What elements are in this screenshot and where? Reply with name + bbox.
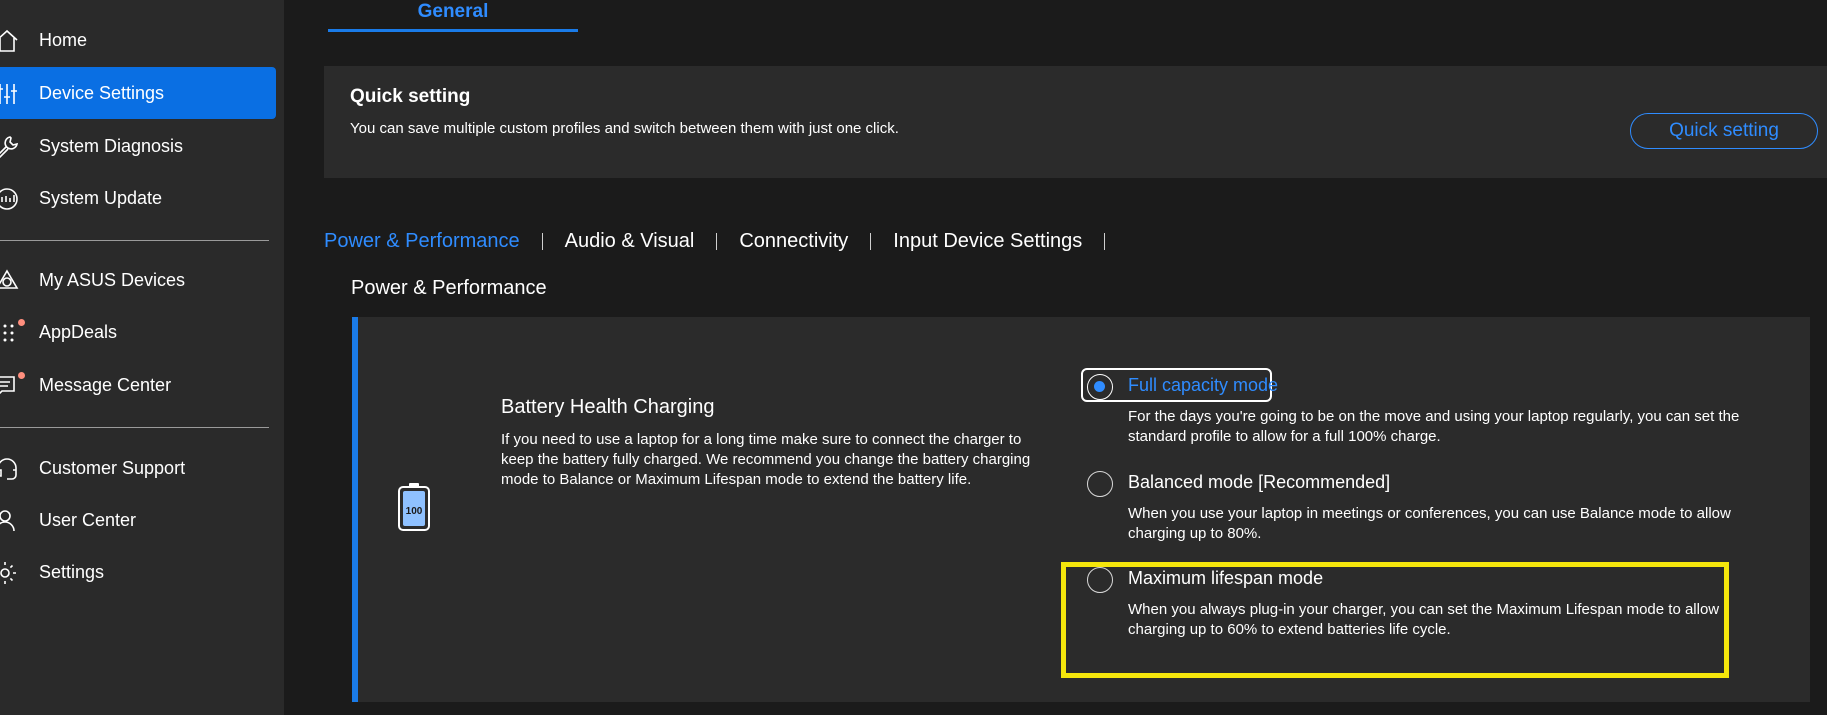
sidebar: Home Device Settings System Diagnosis Sy… — [0, 0, 284, 715]
sidebar-item-system-diagnosis[interactable]: System Diagnosis — [0, 120, 276, 172]
subtab-divider — [716, 232, 718, 250]
subtab-divider — [870, 232, 872, 250]
devices-icon — [0, 268, 20, 294]
home-icon — [0, 28, 20, 54]
tab-general[interactable]: General — [328, 0, 578, 32]
sidebar-item-label: Device Settings — [39, 82, 165, 103]
subtab-audio-visual[interactable]: Audio & Visual — [565, 230, 695, 253]
subtab-connectivity[interactable]: Connectivity — [739, 230, 848, 253]
sidebar-item-label: Settings — [39, 561, 105, 582]
message-icon — [0, 373, 20, 399]
battery-icon: 100 — [397, 482, 431, 532]
option-description: When you always plug-in your charger, yo… — [1128, 601, 1720, 638]
user-icon — [0, 508, 20, 534]
sidebar-item-device-settings[interactable]: Device Settings — [0, 67, 276, 119]
wrench-icon — [0, 134, 20, 160]
sidebar-item-message-center[interactable]: Message Center — [0, 359, 276, 411]
battery-level-text: 100 — [406, 506, 423, 517]
option-label: Maximum lifespan mode — [1128, 568, 1324, 588]
sidebar-item-label: AppDeals — [39, 321, 118, 342]
option-description: When you use your laptop in meetings or … — [1128, 505, 1731, 542]
sidebar-item-settings[interactable]: Settings — [0, 546, 276, 598]
notification-dot — [18, 319, 25, 326]
subtab-divider — [541, 232, 543, 250]
apps-grid-icon — [0, 320, 20, 346]
sidebar-item-system-update[interactable]: System Update — [0, 172, 276, 224]
gear-icon — [0, 560, 20, 586]
sidebar-item-label: System Diagnosis — [39, 135, 184, 156]
sidebar-item-appdeals[interactable]: AppDeals — [0, 306, 276, 358]
subtab-divider — [1104, 232, 1106, 250]
quick-setting-button[interactable]: Quick setting — [1630, 113, 1818, 149]
quick-setting-title: Quick setting — [350, 86, 471, 107]
radio-balanced[interactable] — [1087, 471, 1113, 497]
sliders-icon — [0, 81, 20, 107]
battery-health-description: If you need to use a laptop for a long t… — [501, 431, 1031, 488]
sidebar-item-label: Home — [39, 29, 88, 50]
sidebar-divider — [0, 427, 269, 428]
subtab-input-device-settings[interactable]: Input Device Settings — [893, 230, 1082, 253]
notification-dot — [18, 372, 25, 379]
quick-setting-card: Quick setting You can save multiple cust… — [324, 66, 1827, 178]
option-label: Balanced mode [Recommended] — [1128, 472, 1391, 492]
option-description: For the days you're going to be on the m… — [1128, 408, 1740, 445]
sidebar-item-label: User Center — [39, 509, 137, 530]
sidebar-divider — [0, 240, 269, 241]
section-title: Power & Performance — [351, 277, 547, 299]
sidebar-item-label: My ASUS Devices — [39, 269, 186, 290]
option-label: Full capacity mode — [1128, 375, 1279, 395]
radio-maximum-lifespan[interactable] — [1087, 567, 1113, 593]
sidebar-item-label: System Update — [39, 187, 163, 208]
update-icon — [0, 186, 20, 212]
quick-setting-description: You can save multiple custom profiles an… — [350, 120, 899, 137]
subtab-bar: Power & Performance Audio & Visual Conne… — [324, 226, 1127, 256]
sidebar-item-label: Message Center — [39, 374, 172, 395]
battery-health-title: Battery Health Charging — [501, 396, 715, 418]
headset-icon — [0, 456, 20, 482]
subtab-power-performance[interactable]: Power & Performance — [324, 230, 520, 253]
sidebar-item-customer-support[interactable]: Customer Support — [0, 442, 276, 494]
sidebar-item-my-asus-devices[interactable]: My ASUS Devices — [0, 254, 276, 306]
battery-health-panel: 100 Battery Health Charging If you need … — [352, 317, 1810, 702]
radio-full-capacity[interactable] — [1087, 374, 1113, 400]
sidebar-item-user-center[interactable]: User Center — [0, 494, 276, 546]
sidebar-item-home[interactable]: Home — [0, 14, 276, 66]
sidebar-item-label: Customer Support — [39, 457, 186, 478]
